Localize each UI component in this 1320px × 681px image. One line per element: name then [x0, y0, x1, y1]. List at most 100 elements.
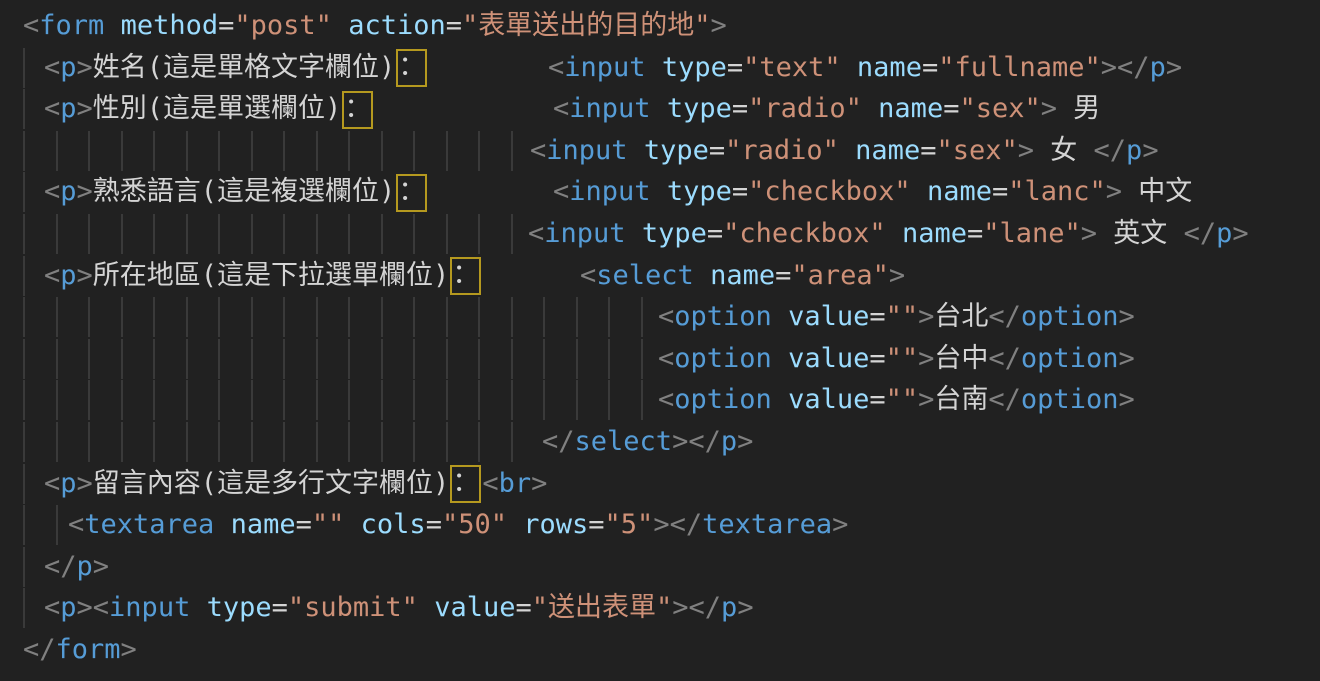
token-punctuation[interactable]: < — [580, 260, 596, 291]
code-line[interactable]: <p>性別(這是單選欄位)：<input type="radio" name="… — [0, 88, 1320, 130]
token-tag[interactable]: option — [674, 343, 772, 374]
token-punctuation[interactable]: < — [530, 135, 546, 166]
code-line[interactable]: <option value="">台中</option> — [0, 338, 1320, 380]
code-line[interactable]: <p>所在地區(這是下拉選單欄位)：<select name="area"> — [0, 255, 1320, 297]
token-punctuation[interactable]: > — [711, 10, 727, 41]
token-attribute[interactable]: name — [878, 93, 943, 124]
token-text[interactable] — [651, 93, 667, 124]
token-string[interactable]: "5" — [605, 509, 654, 540]
token-equals[interactable]: = — [218, 10, 234, 41]
token-tag[interactable]: input — [569, 93, 650, 124]
token-text[interactable] — [418, 592, 434, 623]
token-attribute[interactable]: type — [667, 176, 732, 207]
token-punctuation[interactable]: > — [77, 93, 93, 124]
token-text[interactable] — [694, 260, 710, 291]
token-text[interactable] — [332, 10, 348, 41]
token-punctuation[interactable]: </ — [1094, 135, 1127, 166]
token-text[interactable] — [772, 301, 788, 332]
unicode-highlight-colon[interactable]: ： — [396, 174, 427, 212]
token-string[interactable]: "sex" — [936, 135, 1017, 166]
token-string[interactable]: "" — [312, 509, 345, 540]
token-tag[interactable]: p — [1150, 52, 1166, 83]
token-tag[interactable]: form — [56, 634, 121, 665]
token-tag[interactable]: p — [1216, 218, 1232, 249]
token-string[interactable]: "" — [886, 343, 919, 374]
token-tag[interactable]: select — [575, 426, 673, 457]
token-equals[interactable]: = — [707, 218, 723, 249]
token-text[interactable] — [772, 343, 788, 374]
token-text[interactable]: 女 — [1034, 135, 1094, 166]
token-text[interactable]: 台南 — [934, 384, 988, 415]
token-punctuation[interactable]: < — [658, 343, 674, 374]
token-text[interactable]: 男 — [1057, 93, 1100, 124]
token-tag[interactable]: textarea — [702, 509, 832, 540]
code-line[interactable]: <option value="">台北</option> — [0, 296, 1320, 338]
token-punctuation[interactable]: > — [1232, 218, 1248, 249]
unicode-highlight-colon[interactable]: ： — [396, 49, 427, 87]
code-line[interactable]: <textarea name="" cols="50" rows="5"></t… — [0, 504, 1320, 546]
token-punctuation[interactable]: > — [918, 384, 934, 415]
token-punctuation[interactable]: > — [93, 551, 109, 582]
token-equals[interactable]: = — [869, 301, 885, 332]
token-punctuation[interactable]: < — [23, 10, 39, 41]
token-attribute[interactable]: action — [348, 10, 446, 41]
token-text[interactable] — [862, 93, 878, 124]
token-text[interactable] — [646, 52, 662, 83]
token-attribute[interactable]: name — [710, 260, 775, 291]
token-punctuation[interactable]: < — [44, 93, 60, 124]
token-text[interactable] — [651, 176, 667, 207]
token-attribute[interactable]: type — [207, 592, 272, 623]
token-text[interactable]: 所在地區(這是下拉選單欄位) — [93, 260, 450, 291]
token-tag[interactable]: p — [60, 468, 76, 499]
token-punctuation[interactable]: > — [1118, 384, 1134, 415]
token-string[interactable]: "lanc" — [1008, 176, 1106, 207]
token-attribute[interactable]: name — [231, 509, 296, 540]
token-text[interactable]: 台北 — [934, 301, 988, 332]
token-attribute[interactable]: value — [788, 301, 869, 332]
token-text[interactable]: 姓名(這是單格文字欄位) — [93, 52, 396, 83]
token-punctuation[interactable]: > — [77, 468, 93, 499]
token-punctuation[interactable]: > — [1106, 176, 1122, 207]
token-punctuation[interactable]: > — [737, 426, 753, 457]
token-string[interactable]: "" — [886, 384, 919, 415]
token-text[interactable] — [507, 509, 523, 540]
token-equals[interactable]: = — [727, 52, 743, 83]
token-attribute[interactable]: name — [927, 176, 992, 207]
token-string[interactable]: "lane" — [983, 218, 1081, 249]
token-string[interactable]: "text" — [743, 52, 841, 83]
token-punctuation[interactable]: < — [553, 93, 569, 124]
token-tag[interactable]: input — [569, 176, 650, 207]
token-punctuation[interactable]: > — [77, 176, 93, 207]
token-string[interactable]: "fullname" — [938, 52, 1101, 83]
token-attribute[interactable]: value — [434, 592, 515, 623]
token-punctuation[interactable]: < — [658, 384, 674, 415]
token-punctuation[interactable]: </ — [23, 634, 56, 665]
token-text[interactable] — [214, 509, 230, 540]
token-punctuation[interactable]: > — [1142, 135, 1158, 166]
token-punctuation[interactable]: </ — [988, 384, 1021, 415]
token-punctuation[interactable]: > — [889, 260, 905, 291]
token-attribute[interactable]: name — [857, 52, 922, 83]
token-tag[interactable]: option — [1021, 384, 1119, 415]
token-punctuation[interactable]: < — [68, 509, 84, 540]
token-string[interactable]: "表單送出的目的地" — [462, 10, 711, 41]
token-text[interactable] — [626, 218, 642, 249]
token-equals[interactable]: = — [732, 93, 748, 124]
token-equals[interactable]: = — [272, 592, 288, 623]
token-punctuation[interactable]: < — [44, 52, 60, 83]
token-equals[interactable]: = — [709, 135, 725, 166]
token-punctuation[interactable]: > — [121, 634, 137, 665]
token-tag[interactable]: option — [674, 384, 772, 415]
token-attribute[interactable]: method — [121, 10, 219, 41]
token-attribute[interactable]: rows — [523, 509, 588, 540]
token-equals[interactable]: = — [869, 343, 885, 374]
token-text[interactable] — [841, 52, 857, 83]
token-text[interactable] — [911, 176, 927, 207]
token-tag[interactable]: br — [499, 468, 532, 499]
token-punctuation[interactable]: </ — [1184, 218, 1217, 249]
token-punctuation[interactable]: > — [918, 301, 934, 332]
token-punctuation[interactable]: < — [44, 176, 60, 207]
token-tag[interactable]: option — [1021, 343, 1119, 374]
token-string[interactable]: "checkbox" — [723, 218, 886, 249]
token-punctuation[interactable]: > — [832, 509, 848, 540]
